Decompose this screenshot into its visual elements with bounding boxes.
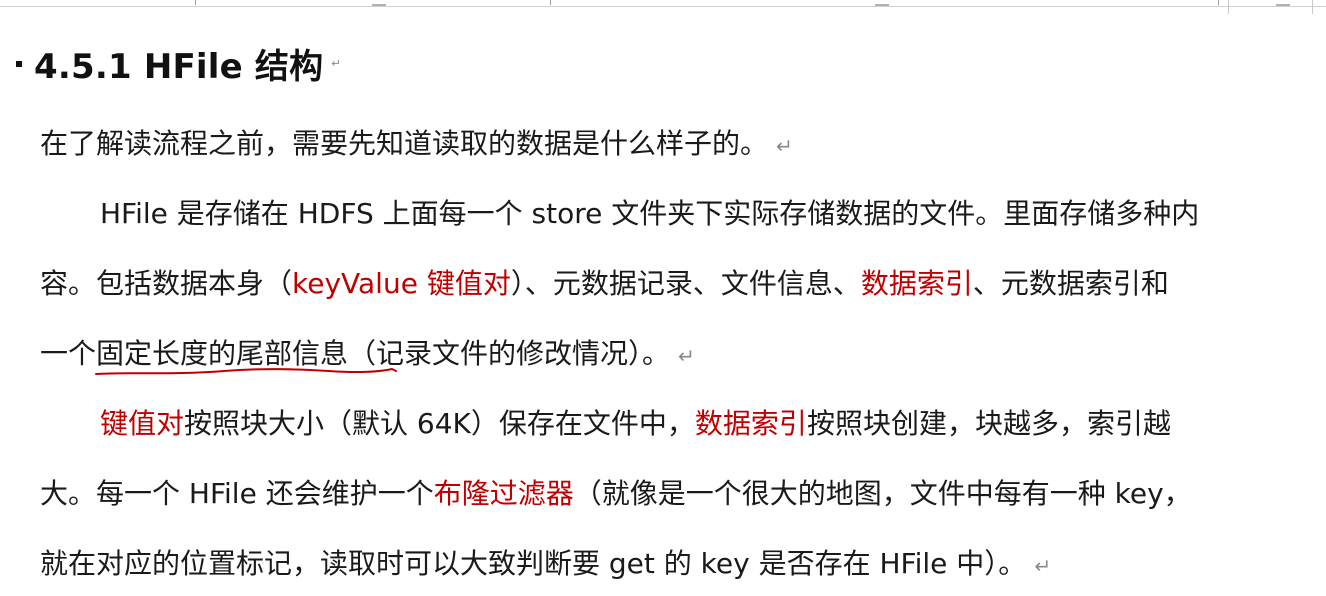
text-run: 就在对应的位置标记，读取时可以大致判断要 get 的 key 是否存在 HFil…	[40, 547, 1027, 580]
paragraph-2-text: HFile 是存储在 HDFS 上面每一个 store 文件夹下实际存储数据的文…	[100, 197, 1200, 230]
paragraph-3-line-3: 就在对应的位置标记，读取时可以大致判断要 get 的 key 是否存在 HFil…	[40, 544, 1051, 586]
paragraph-2-line-3: 一个固定长度的尾部信息 （记录文件的修改情况）。 ↵	[40, 334, 695, 376]
highlight-keyvalue: keyValue 键值对	[292, 267, 511, 300]
document-page: 4.5.1 HFile 结构 ↵ 在了解读流程之前，需要先知道读取的数据是什么样…	[0, 0, 1326, 596]
paragraph-mark-icon: ↵	[678, 344, 695, 368]
text-run: 、元数据索引和	[972, 267, 1169, 300]
hand-underline-annotation	[95, 367, 398, 375]
ruler-tick	[550, 0, 551, 5]
text-run: 一个	[40, 337, 97, 370]
highlight-bloom-filter: 布隆过滤器	[433, 477, 574, 510]
paragraph-2-line-2: 容。包括数据本身（keyValue 键值对）、元数据记录、文件信息、数据索引、元…	[40, 264, 1169, 304]
text-run: 容。包括数据本身（	[40, 267, 293, 300]
annotated-phrase: 固定长度的尾部信息	[95, 334, 398, 375]
ruler-divider	[1228, 0, 1229, 14]
paragraph-1: 在了解读流程之前，需要先知道读取的数据是什么样子的。 ↵	[40, 124, 793, 166]
section-heading: 4.5.1 HFile 结构 ↵	[16, 38, 341, 88]
paragraph-1-text: 在了解读流程之前，需要先知道读取的数据是什么样子的。	[40, 127, 769, 160]
highlight-kv-pair: 键值对	[100, 407, 185, 440]
paragraph-3-line-2: 大。每一个 HFile 还会维护一个布隆过滤器（就像是一个很大的地图，文件中每有…	[40, 474, 1192, 514]
ruler-tick	[195, 0, 196, 5]
text-run: 按照块创建，块越多，索引越	[806, 407, 1171, 440]
ruler-mark	[372, 0, 386, 6]
heading-bullet-icon	[16, 61, 22, 67]
ruler-divider	[1312, 0, 1313, 14]
highlight-data-index: 数据索引	[694, 407, 807, 440]
paragraph-3-line-1: 键值对按照块大小（默认 64K）保存在文件中，数据索引按照块创建，块越多，索引越	[100, 404, 1171, 444]
text-run: ）、元数据记录、文件信息、	[510, 267, 861, 300]
paragraph-mark-icon: ↵	[776, 134, 793, 158]
paragraph-2-line-1: HFile 是存储在 HDFS 上面每一个 store 文件夹下实际存储数据的文…	[100, 194, 1199, 234]
paragraph-mark-icon: ↵	[1034, 554, 1052, 578]
paragraph-mark-icon: ↵	[331, 56, 341, 70]
ruler[interactable]	[0, 0, 1326, 7]
text-run: （就像是一个很大的地图，文件中每有一种 key，	[573, 477, 1192, 510]
ruler-mark	[1276, 0, 1290, 6]
ruler-mark	[875, 0, 889, 6]
text-run: 按照块大小（默认 64K）保存在文件中，	[184, 407, 695, 440]
text-run: 大。每一个 HFile 还会维护一个	[40, 477, 434, 510]
highlight-data-index: 数据索引	[860, 267, 973, 300]
heading-text: 4.5.1 HFile 结构	[34, 46, 324, 87]
ruler-tick	[1218, 0, 1219, 5]
